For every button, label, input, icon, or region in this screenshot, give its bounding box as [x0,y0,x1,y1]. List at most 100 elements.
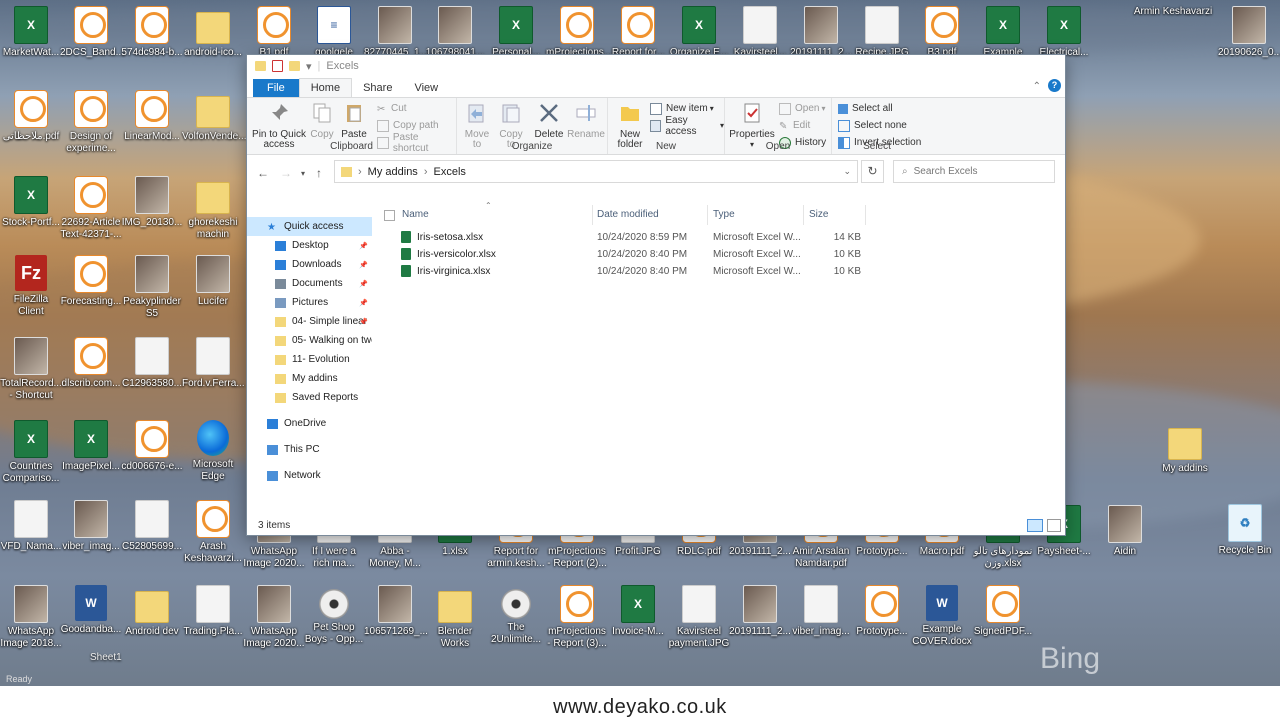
desktop-icon[interactable]: ملاحظاتی.pdf [0,90,62,143]
desktop-icon[interactable]: Microsoft Edge [182,420,244,483]
desktop-icon[interactable]: Report for... [607,6,669,59]
desktop-icon[interactable]: Arash Keshavarzi... [182,500,244,565]
edit-button[interactable]: ✎ Edit [779,118,810,133]
desktop-icon[interactable]: WhatsApp Image 2020... [243,585,305,650]
nav-item[interactable]: Saved Reports [247,388,372,407]
back-arrow-icon[interactable]: ← [257,166,269,180]
desktop-icon[interactable]: 2DCS_Band... [60,6,124,59]
desktop-icon[interactable]: Blender Works [424,585,486,650]
customize-quick-access-icon[interactable]: ▾ [306,60,312,73]
desktop-icon[interactable]: 20191111_2... [729,585,791,638]
desktop-icon[interactable]: X Countries Compariso... [0,420,62,485]
minimize-ribbon-icon[interactable]: ⌃ [1033,81,1041,92]
cut-button[interactable]: ✂ Cut [377,101,407,116]
desktop-icon[interactable]: C52805699... [121,500,183,553]
desktop-icon[interactable]: VFD_Nama... [0,500,62,553]
desktop-icon[interactable]: Design of experime... [60,90,122,155]
desktop-icon[interactable]: VolfonVende... [182,90,247,143]
nav-item[interactable]: OneDrive [247,414,372,433]
large-icons-view-icon[interactable] [1047,519,1061,532]
desktop-icon[interactable]: Ford.v.Ferra... [182,337,245,390]
desktop-icon[interactable]: Fz FileZilla Client [0,255,62,318]
pin-icon[interactable]: 📌 [359,299,368,307]
desktop-icon[interactable]: SignedPDF... [972,585,1034,638]
file-row[interactable]: Iris-virginica.xlsx 10/24/2020 8:40 PM Mic… [381,263,861,280]
desktop-icon[interactable]: X Personal... [485,6,547,59]
column-header-size[interactable]: Size [809,209,828,220]
nav-item[interactable]: 11- Evolution [247,350,372,369]
desktop-icon[interactable]: viber_imag... [790,585,852,638]
desktop-icon[interactable]: 22692-Article Text-42371-... [60,176,122,241]
tab-view[interactable]: View [403,79,449,97]
column-header-name[interactable]: Name [402,209,429,220]
desktop-icon[interactable]: Kavirsteel payment.JPG [668,585,730,650]
nav-item[interactable]: This PC [247,440,372,459]
desktop-icon[interactable]: X Stock-Portf... [0,176,62,229]
nav-item[interactable]: Downloads 📌 [247,255,372,274]
desktop-icon[interactable]: ghorekeshi machin [182,176,244,241]
pin-icon[interactable]: 📌 [359,280,368,288]
desktop-icon[interactable]: viber_imag... [60,500,122,553]
desktop-icon-recycle-bin[interactable]: ♻ Recycle Bin [1214,504,1276,557]
open-button[interactable]: Open ▾ [779,101,825,116]
copy-button[interactable]: Copy [309,102,335,140]
desktop-icon[interactable]: C12963580... [121,337,183,390]
desktop-icon[interactable]: Forecasting... [60,255,122,308]
desktop-icon[interactable]: Trading.Pla... [182,585,244,638]
desktop-icon[interactable]: The 2Unlimite... [485,585,547,646]
desktop-icon[interactable]: android-ico... [182,6,244,59]
forward-arrow-icon[interactable]: → [280,166,292,180]
column-separator[interactable] [865,205,866,225]
paste-button[interactable]: Paste [339,102,369,140]
nav-item[interactable]: ★ Quick access [247,217,372,236]
sheet-tab[interactable]: Sheet1 [90,652,122,663]
desktop-icon[interactable]: W Goodandba... [60,585,122,636]
search-input[interactable]: ⌕ Search Excels [893,160,1055,183]
easy-access-button[interactable]: Easy access ▾ [650,115,724,137]
rename-button[interactable]: Rename [567,102,605,140]
breadcrumb-my-addins[interactable]: My addins [368,166,418,178]
tab-home[interactable]: Home [298,78,353,97]
details-view-icon[interactable] [1027,519,1043,532]
desktop-icon[interactable]: B1.pdf [243,6,305,59]
select-all-button[interactable]: Select all [838,101,893,116]
desktop-icon[interactable]: Aidin [1094,505,1156,558]
pin-icon[interactable]: 📌 [359,242,368,250]
select-all-checkbox[interactable] [384,210,395,221]
desktop-icon-my-addins[interactable]: My addins [1154,422,1216,475]
desktop-icon[interactable]: TotalRecord... - Shortcut [0,337,62,402]
properties-icon[interactable] [272,60,283,72]
pin-icon[interactable]: 📌 [359,318,368,326]
desktop-icon[interactable]: Android dev [121,585,183,638]
desktop-icon[interactable]: cd006676-e... [121,420,183,473]
pin-icon[interactable]: 📌 [359,261,368,269]
nav-item[interactable]: Documents 📌 [247,274,372,293]
desktop-icon[interactable]: mProjections - Report (3)... [546,585,608,650]
tab-file[interactable]: File [253,79,299,97]
desktop-icon[interactable]: 574dc984-b... [121,6,183,59]
desktop-icon[interactable]: X Organize E... [668,6,730,59]
column-header-type[interactable]: Type [713,209,735,220]
desktop-icon[interactable]: 82770445_1... [364,6,428,59]
column-separator[interactable] [592,205,593,225]
breadcrumb-excels[interactable]: Excels [433,166,465,178]
desktop-icon[interactable]: 106571269_... [364,585,428,638]
chevron-down-icon[interactable]: ⌄ [843,166,851,177]
desktop-icon[interactable]: B3.pdf [911,6,973,59]
desktop-icon[interactable]: Pet Shop Boys - Opp... [303,585,365,646]
nav-item[interactable]: Network [247,466,372,485]
desktop-icon[interactable]: dlscrib.com... [60,337,122,390]
column-separator[interactable] [803,205,804,225]
help-icon[interactable]: ? [1048,79,1061,92]
desktop-icon[interactable]: Lucifer [182,255,244,308]
address-box[interactable]: › My addins › Excels ⌄ [334,160,858,183]
desktop-icon[interactable]: 106798041... [424,6,486,59]
desktop-icon[interactable]: IMG_20130... [121,176,183,229]
desktop-icon[interactable]: Peakyplinder S5 [121,255,183,320]
select-none-button[interactable]: Select none [838,118,907,133]
desktop-icon[interactable]: X Electrical... [1033,6,1095,59]
nav-item[interactable]: Desktop 📌 [247,236,372,255]
desktop-icon[interactable]: mProjections... [546,6,612,59]
desktop-icon[interactable]: WhatsApp Image 2018... [0,585,62,650]
up-arrow-icon[interactable]: ↑ [316,166,322,180]
